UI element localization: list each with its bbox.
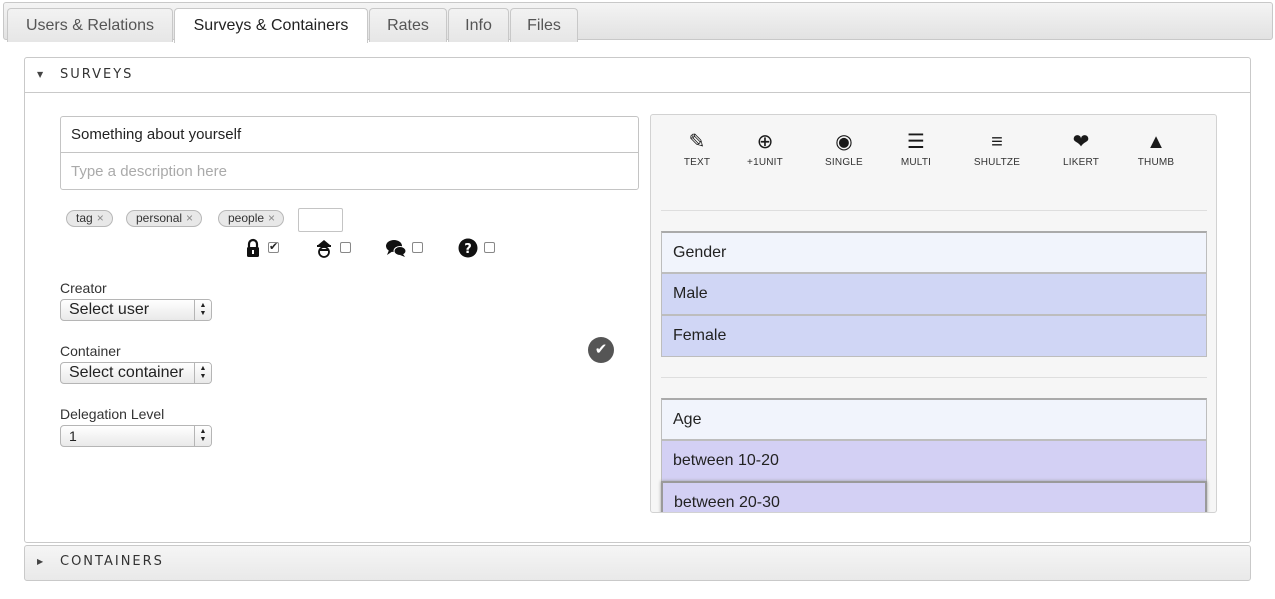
- delegation-value: 1: [69, 428, 77, 444]
- thumbs-up-icon: ▲: [1146, 131, 1166, 153]
- tool-single[interactable]: ◉ SINGLE: [814, 129, 874, 168]
- question-option[interactable]: Male: [661, 273, 1207, 315]
- tab-surveys-containers[interactable]: Surveys & Containers: [174, 8, 368, 43]
- select-arrows-icon: ▲ ▼: [194, 363, 211, 383]
- containers-panel-header[interactable]: ▶ CONTAINERS: [25, 546, 1250, 581]
- tag-chip: personal ×: [126, 210, 203, 227]
- tab-files[interactable]: Files: [510, 8, 578, 42]
- divider: [661, 210, 1207, 211]
- select-arrows-icon: ▲ ▼: [194, 426, 211, 446]
- spy-checkbox[interactable]: [340, 242, 351, 253]
- radio-icon: ◉: [835, 131, 853, 153]
- plus-circle-icon: ⊕: [756, 131, 774, 153]
- divider: [661, 377, 1207, 378]
- tool-label: MULTI: [900, 157, 932, 168]
- caret-down-icon: ▼: [37, 70, 44, 79]
- heart-icon: ❤: [1072, 131, 1090, 153]
- question-option[interactable]: between 20-30: [661, 481, 1207, 512]
- containers-panel[interactable]: ▶ CONTAINERS: [24, 545, 1251, 581]
- container-label: Container: [60, 343, 121, 359]
- ordered-list-icon: ≡: [991, 131, 1003, 153]
- svg-text:?: ?: [464, 242, 472, 257]
- tool-label: +1UNIT: [747, 157, 783, 168]
- tool-shultze[interactable]: ≡ SHULTZE: [967, 129, 1027, 168]
- containers-title: CONTAINERS: [60, 554, 164, 569]
- spy-icon: [317, 240, 331, 258]
- tool-plus-unit[interactable]: ⊕ +1UNIT: [735, 129, 795, 168]
- tool-text[interactable]: ✎ TEXT: [667, 129, 727, 168]
- tool-label: TEXT: [683, 157, 711, 168]
- surveys-panel: ▼ SURVEYS Something about yourself tag× …: [24, 57, 1251, 543]
- tag-label: personal: [136, 211, 183, 225]
- question-title[interactable]: Gender: [661, 231, 1207, 273]
- question-checkbox[interactable]: [484, 242, 495, 253]
- lock-checkbox[interactable]: [268, 240, 279, 253]
- tool-label: SHULTZE: [973, 157, 1021, 168]
- question-option[interactable]: Female: [661, 315, 1207, 357]
- creator-label: Creator: [60, 280, 107, 296]
- remove-tag-icon[interactable]: ×: [186, 211, 193, 225]
- question-icon: ?: [458, 238, 478, 258]
- tab-users-relations[interactable]: Users & Relations: [7, 8, 173, 42]
- chat-bubbles-icon: [386, 240, 407, 257]
- container-value: Select container: [69, 364, 184, 381]
- tool-likert[interactable]: ❤ LIKERT: [1051, 129, 1111, 168]
- question-option[interactable]: between 10-20: [661, 440, 1207, 482]
- tag-chip: people ×: [218, 210, 285, 227]
- question-title[interactable]: Age: [661, 398, 1207, 440]
- select-arrows-icon: ▲ ▼: [194, 300, 211, 320]
- creator-select[interactable]: Select user ▲ ▼: [60, 299, 212, 321]
- delegation-label: Delegation Level: [60, 406, 165, 422]
- tab-info[interactable]: Info: [448, 8, 509, 42]
- remove-tag-icon[interactable]: ×: [268, 211, 275, 225]
- tag-label: tag: [76, 211, 93, 225]
- caret-right-icon: ▶: [37, 557, 44, 566]
- tool-label: THUMB: [1137, 157, 1175, 168]
- survey-title-input[interactable]: Something about yourself: [60, 116, 639, 153]
- edit-icon: ✎: [688, 131, 706, 153]
- remove-tag-icon[interactable]: ×: [97, 211, 104, 225]
- tag-label: people: [228, 211, 265, 225]
- survey-description-input[interactable]: [60, 152, 639, 190]
- confirm-check-icon[interactable]: ✔: [588, 337, 614, 363]
- surveys-title: SURVEYS: [60, 67, 134, 82]
- surveys-panel-header[interactable]: ▼ SURVEYS: [25, 58, 1250, 93]
- chat-checkbox[interactable]: [412, 242, 423, 253]
- sliders-icon: ☰: [907, 131, 925, 153]
- lock-icon: [247, 238, 259, 257]
- tag-chip: tag ×: [66, 210, 113, 227]
- delegation-select[interactable]: 1 ▲ ▼: [60, 425, 212, 447]
- tool-label: LIKERT: [1062, 157, 1100, 168]
- tool-multi[interactable]: ☰ MULTI: [886, 129, 946, 168]
- tool-label: SINGLE: [825, 157, 863, 168]
- tag-input[interactable]: [298, 208, 343, 232]
- tab-bar: Users & Relations Surveys & Containers R…: [3, 2, 1273, 43]
- container-select[interactable]: Select container ▲ ▼: [60, 362, 212, 384]
- tool-thumb[interactable]: ▲ THUMB: [1126, 129, 1186, 168]
- creator-value: Select user: [69, 301, 150, 318]
- tab-rates[interactable]: Rates: [369, 8, 447, 42]
- survey-builder: ✎ TEXT ⊕ +1UNIT ◉ SINGLE ☰ MULTI ≡ SHULT…: [650, 114, 1217, 513]
